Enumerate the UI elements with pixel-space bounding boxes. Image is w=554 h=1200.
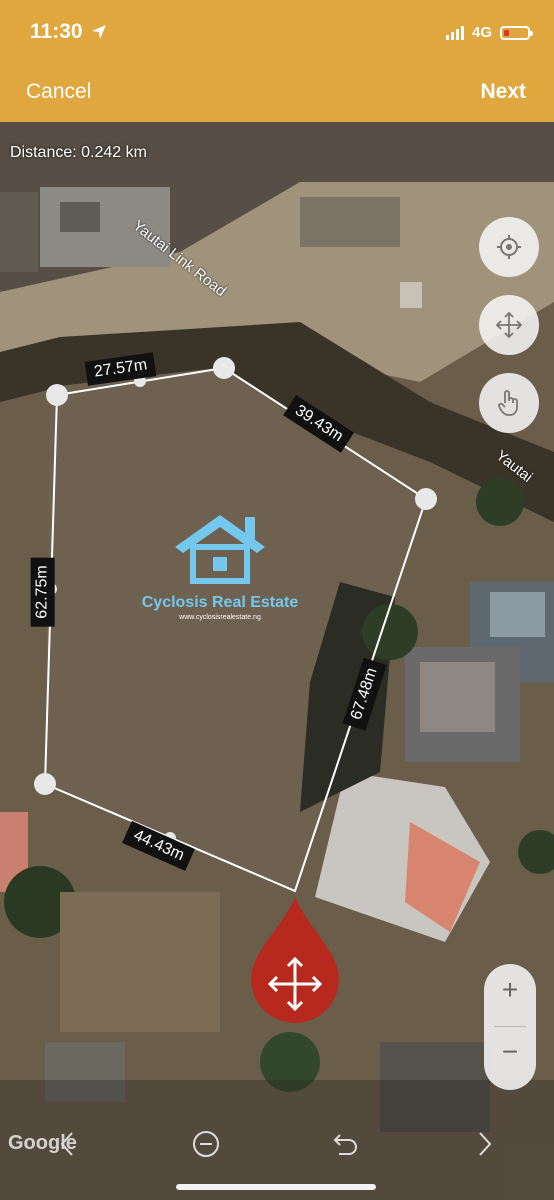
house-logo-icon — [175, 515, 265, 584]
chevron-left-icon — [60, 1132, 73, 1156]
next-button[interactable]: Next — [480, 80, 526, 104]
undo-button[interactable] — [326, 1124, 366, 1164]
hand-pointer-icon — [498, 390, 518, 416]
cancel-button[interactable]: Cancel — [26, 80, 91, 104]
zoom-out-button[interactable]: − — [484, 1036, 536, 1068]
locate-button[interactable] — [479, 217, 539, 277]
time-text: 11:30 — [30, 20, 83, 43]
chevron-right-icon — [479, 1132, 492, 1156]
pan-mode-button[interactable] — [479, 295, 539, 355]
watermark-name: Cyclosis Real Estate — [141, 594, 299, 611]
battery-icon — [500, 25, 533, 40]
segment-length-label: 62.75m — [30, 557, 55, 627]
undo-icon — [333, 1134, 357, 1155]
status-indicators: 4G — [445, 24, 533, 41]
zoom-control: + − — [484, 964, 536, 1090]
satellite-map[interactable]: Distance: 0.242 km Yautai Link Road Yaut… — [0, 122, 554, 1200]
network-type: 4G — [471, 24, 492, 41]
previous-button[interactable] — [48, 1124, 88, 1164]
minus-circle-icon — [193, 1131, 219, 1157]
remove-point-button[interactable] — [186, 1124, 226, 1164]
zoom-divider — [494, 1026, 526, 1027]
distance-readout: Distance: 0.242 km — [10, 144, 147, 161]
move-shape-marker[interactable] — [247, 897, 343, 1025]
signal-icon — [445, 25, 464, 40]
zoom-in-button[interactable]: + — [484, 974, 536, 1006]
draw-mode-button[interactable] — [479, 373, 539, 433]
location-arrow-icon — [91, 25, 106, 39]
home-indicator — [176, 1184, 376, 1190]
next-point-button[interactable] — [464, 1124, 504, 1164]
top-bar: 11:30 4G Cancel Next — [0, 0, 554, 122]
locate-icon — [497, 235, 521, 259]
watermark-url: www.cyclosisrealestate.ng — [179, 614, 261, 621]
watermark: Cyclosis Real Estate www.cyclosisrealest… — [120, 507, 320, 621]
bottom-toolbar: Google — [0, 1080, 554, 1200]
satellite-imagery — [0, 122, 554, 1200]
status-time: 11:30 — [30, 20, 107, 44]
move-icon — [495, 311, 523, 339]
